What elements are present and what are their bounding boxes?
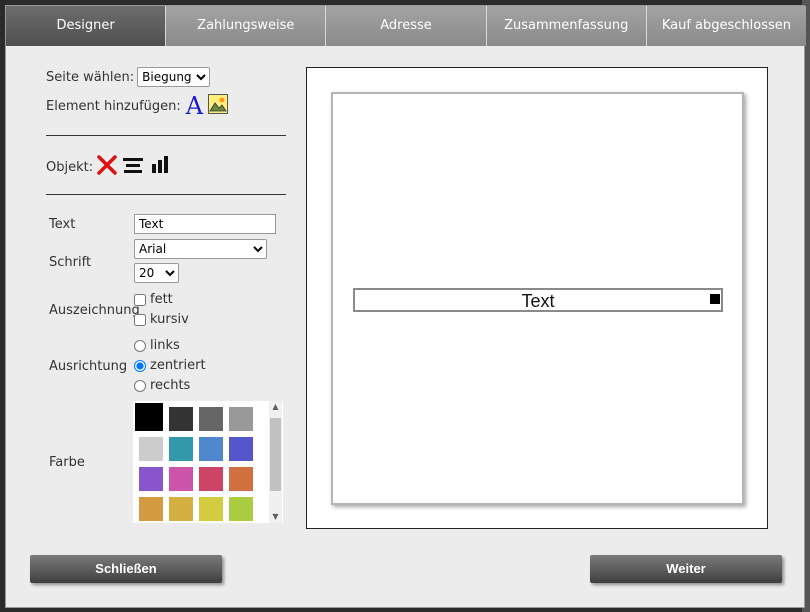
bold-label: fett [150,292,173,307]
close-button[interactable]: Schließen [30,555,222,583]
tab-adresse[interactable]: Adresse [326,6,487,46]
align-center-label: zentriert [150,358,206,373]
bold-option[interactable]: fett [134,292,173,307]
color-swatch[interactable] [169,407,193,431]
align-left-label: links [150,338,180,353]
color-swatch[interactable] [139,467,163,491]
design-preview: Text [306,67,768,529]
object-row: Objekt: [46,154,170,180]
color-swatch[interactable] [229,437,253,461]
align-right-label: rechts [150,378,191,393]
font-select[interactable]: Arial [134,239,267,259]
align-center-horizontal-icon[interactable] [123,155,144,179]
color-swatch[interactable] [169,467,193,491]
tab-designer[interactable]: Designer [6,6,167,46]
palette-scrollbar[interactable]: ▲ ▼ [269,401,282,523]
add-element-label: Element hinzufügen: [46,98,181,114]
style-label: Auszeichnung [49,303,140,318]
color-label: Farbe [49,455,85,470]
text-element-content: Text [521,291,555,311]
alignment-label: Ausrichtung [49,359,128,374]
design-page[interactable]: Text [331,92,744,505]
align-right-radio[interactable] [134,379,146,392]
color-swatch[interactable] [169,497,193,521]
text-element[interactable]: Text [353,288,723,312]
color-swatch[interactable] [169,437,193,461]
italic-label: kursiv [150,312,189,327]
delete-icon[interactable] [96,154,118,180]
color-swatch[interactable] [199,437,223,461]
wizard-tabs: Designer Zahlungsweise Adresse Zusammenf… [6,6,807,46]
divider-bottom [46,194,286,195]
next-button[interactable]: Weiter [590,555,782,583]
color-swatch[interactable] [229,497,253,521]
bold-checkbox[interactable] [134,293,146,306]
page-select-row: Seite wählen: Biegung [46,67,211,87]
object-label: Objekt: [46,159,94,175]
color-palette [133,401,283,523]
color-swatch[interactable] [199,467,223,491]
add-element-row: Element hinzufügen: A [46,94,229,118]
color-swatch[interactable] [229,407,253,431]
italic-checkbox[interactable] [134,313,146,326]
color-swatch[interactable] [229,467,253,491]
italic-option[interactable]: kursiv [134,312,189,327]
text-label: Text [49,217,76,232]
text-input[interactable] [134,214,276,234]
align-center-radio[interactable] [134,359,146,372]
align-center-vertical-icon[interactable] [150,155,170,179]
align-left-option[interactable]: links [134,338,180,353]
page-select[interactable]: Biegung [137,67,211,87]
scrollbar-thumb[interactable] [270,418,281,491]
color-swatch[interactable] [135,403,163,431]
align-center-option[interactable]: zentriert [134,358,206,373]
tab-zusammenfassung[interactable]: Zusammenfassung [486,6,647,46]
add-text-icon[interactable]: A [186,94,203,118]
tab-kauf-abgeschlossen[interactable]: Kauf abgeschlossen [646,6,807,46]
align-right-option[interactable]: rechts [134,378,190,393]
scroll-down-icon[interactable]: ▼ [269,511,282,523]
color-swatch[interactable] [139,497,163,521]
color-swatch[interactable] [199,497,223,521]
add-image-icon[interactable] [208,94,229,118]
color-swatch[interactable] [199,407,223,431]
designer-dialog: Designer Zahlungsweise Adresse Zusammenf… [5,5,807,608]
page-select-label: Seite wählen: [46,69,135,85]
scroll-up-icon[interactable]: ▲ [269,401,282,413]
resize-handle[interactable] [710,294,720,304]
font-label: Schrift [49,255,92,270]
align-left-radio[interactable] [134,339,146,352]
tab-zahlungsweise[interactable]: Zahlungsweise [166,6,327,46]
font-size-select[interactable]: 20 [134,263,179,283]
divider-top [46,135,286,136]
color-swatch[interactable] [139,437,163,461]
